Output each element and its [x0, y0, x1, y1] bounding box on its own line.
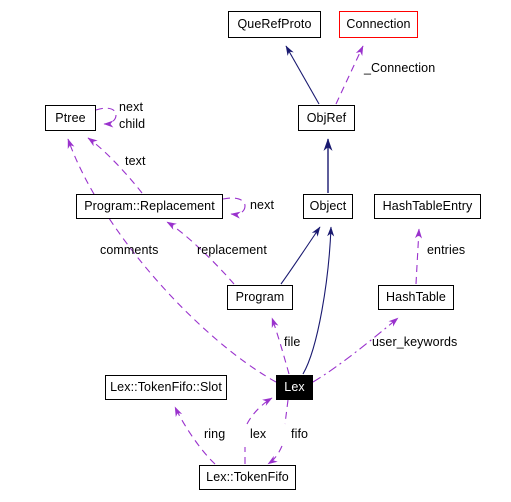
edge-lex-comments-ptree: [67, 138, 277, 383]
edge-label-ring: ring: [204, 427, 226, 441]
edge-lex-fifo-lower: [267, 445, 283, 465]
node-hashtableentry[interactable]: HashTableEntry: [374, 194, 481, 219]
node-lex[interactable]: Lex: [276, 375, 313, 400]
edge-label-comments: comments: [100, 243, 159, 257]
edge-lex-fifo: [284, 399, 289, 425]
edge-label-lex: lex: [250, 427, 267, 441]
edge-replacement-next-arrow: [230, 205, 246, 219]
edge-label-text: text: [125, 154, 146, 168]
edge-label-fifo: fifo: [291, 427, 309, 441]
edge-fifo-lex-upper: [246, 397, 273, 425]
edge-hashtable-entries: [414, 228, 423, 285]
edge-label-child-ptree: child: [119, 117, 146, 131]
edge-lex-hashtable: [312, 317, 399, 383]
edge-label-user-keywords: user_keywords: [372, 335, 458, 349]
edge-lex-object: [302, 226, 335, 375]
collaboration-diagram: QueRefProto Connection Ptree ObjRef Prog…: [0, 0, 511, 502]
edge-ptree-next: [95, 107, 117, 116]
node-querefproto[interactable]: QueRefProto: [228, 11, 321, 38]
node-objref[interactable]: ObjRef: [298, 105, 355, 131]
edge-replacement-next: [222, 197, 246, 207]
edge-label-next-ptree: next: [119, 100, 144, 114]
edge-label-entries: entries: [427, 243, 466, 257]
node-lex-tokenfifo-slot[interactable]: Lex::TokenFifo::Slot: [105, 375, 227, 400]
node-hashtable[interactable]: HashTable: [378, 285, 454, 310]
node-connection[interactable]: Connection: [339, 11, 418, 38]
edge-label-replacement: replacement: [197, 243, 267, 257]
edge-objref-connection: [335, 45, 364, 105]
edge-label-file: file: [284, 335, 301, 349]
node-lex-tokenfifo[interactable]: Lex::TokenFifo: [199, 465, 296, 490]
edge-objref-querefproto: [285, 45, 320, 105]
node-program-replacement[interactable]: Program::Replacement: [76, 194, 223, 219]
edge-program-object: [280, 226, 321, 285]
edge-label-connection: _Connection: [364, 61, 436, 75]
node-program[interactable]: Program: [227, 285, 293, 310]
node-object[interactable]: Object: [303, 194, 353, 219]
edge-ptree-child: [103, 114, 117, 128]
node-ptree[interactable]: Ptree: [45, 105, 96, 131]
edge-label-next-replacement: next: [250, 198, 275, 212]
